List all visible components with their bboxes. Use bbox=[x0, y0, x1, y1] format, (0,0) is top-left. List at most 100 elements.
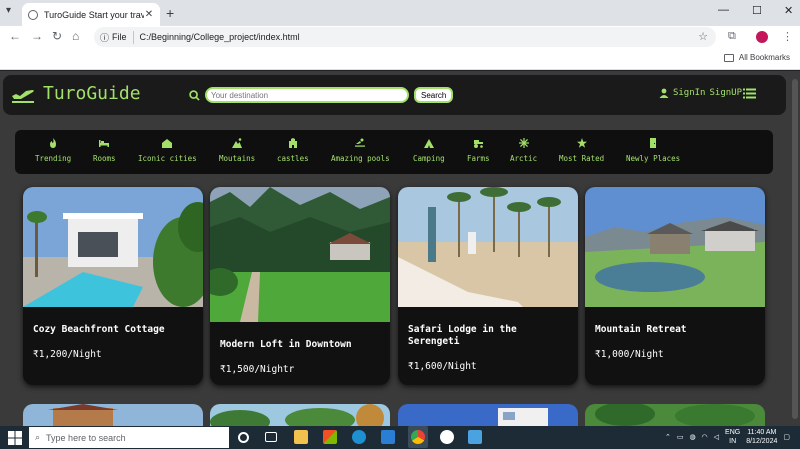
folder-icon bbox=[723, 53, 734, 62]
clock[interactable]: 11:40 AM 8/12/2024 bbox=[746, 428, 777, 446]
category-trending[interactable]: Trending bbox=[35, 138, 71, 163]
auth-links: SignIn SignUP bbox=[659, 88, 742, 98]
wifi-icon[interactable]: ◠ bbox=[702, 433, 708, 441]
fire-icon bbox=[50, 138, 57, 148]
category-newly-places[interactable]: Newly Places bbox=[626, 138, 680, 163]
home-icon[interactable]: ⌂ bbox=[72, 29, 79, 43]
chevron-up-icon[interactable]: ⌃ bbox=[665, 433, 671, 441]
category-arctic[interactable]: Arctic bbox=[510, 138, 537, 163]
microsoft-store-icon[interactable] bbox=[323, 430, 337, 444]
system-tray: ⌃ ▭ ◍ ◠ ◁ ENG IN 11:40 AM 8/12/2024 ▢ bbox=[665, 428, 790, 446]
search-icon: ⌕ bbox=[35, 432, 41, 442]
menu-dots-icon[interactable]: ⋮ bbox=[782, 30, 793, 43]
tent-icon bbox=[423, 139, 434, 148]
listing-name: Mountain Retreat bbox=[595, 324, 687, 335]
close-window-button[interactable]: ✕ bbox=[784, 4, 793, 17]
edge-icon[interactable] bbox=[352, 430, 366, 444]
new-tab-button[interactable]: + bbox=[166, 5, 174, 21]
category-iconic-cities[interactable]: Iconic cities bbox=[138, 138, 197, 163]
language-indicator[interactable]: ENG IN bbox=[725, 428, 740, 446]
listing-name: Modern Loft in Downtown bbox=[220, 339, 352, 350]
star-icon bbox=[576, 138, 587, 148]
search-button[interactable]: Search bbox=[414, 87, 454, 103]
globe-icon bbox=[28, 9, 38, 20]
windows-taskbar: ⌕ Type here to search ⌃ ▭ ◍ ◠ ◁ ENG IN 1… bbox=[0, 426, 800, 449]
listing-card-partial[interactable] bbox=[585, 404, 765, 426]
windows-start-icon[interactable] bbox=[8, 431, 22, 445]
listing-image bbox=[585, 404, 765, 426]
snowflake-icon bbox=[518, 138, 529, 148]
hamburger-menu-icon[interactable] bbox=[743, 88, 756, 99]
listing-image bbox=[398, 404, 578, 426]
listing-card-partial[interactable] bbox=[398, 404, 578, 426]
mountain-icon bbox=[232, 138, 243, 148]
category-farms[interactable]: Farms bbox=[467, 138, 490, 163]
address-bar[interactable]: ⓘ File C:/Beginning/College_project/inde… bbox=[94, 27, 716, 47]
listing-card[interactable]: Mountain Retreat ₹1,000/Night bbox=[585, 187, 765, 385]
category-most-rated[interactable]: Most Rated bbox=[559, 138, 604, 163]
page-content: TuroGuide Search SignIn SignUP bbox=[0, 71, 800, 426]
logo[interactable]: TuroGuide bbox=[11, 83, 141, 104]
photos-icon[interactable] bbox=[468, 430, 482, 444]
search-area: Search bbox=[189, 87, 454, 103]
back-icon[interactable]: ← bbox=[9, 29, 21, 43]
listing-card[interactable]: Safari Lodge in the Serengeti ₹1,600/Nig… bbox=[398, 187, 578, 385]
file-explorer-icon[interactable] bbox=[294, 430, 308, 444]
reload-icon[interactable]: ↻ bbox=[52, 29, 62, 43]
close-tab-icon[interactable]: ✕ bbox=[144, 9, 154, 20]
listing-card[interactable]: Cozy Beachfront Cottage ₹1,200/Night bbox=[23, 187, 203, 385]
taskbar-search-input[interactable]: ⌕ Type here to search bbox=[29, 427, 229, 448]
notification-icon[interactable]: ▢ bbox=[783, 433, 790, 441]
listing-image bbox=[210, 404, 390, 426]
forward-icon[interactable]: → bbox=[31, 29, 43, 43]
listing-image bbox=[210, 187, 390, 322]
bookmark-star-icon[interactable]: ☆ bbox=[698, 30, 708, 43]
logo-text: TuroGuide bbox=[43, 83, 141, 104]
signin-link[interactable]: SignIn bbox=[673, 88, 706, 98]
tab-search-icon[interactable]: ▾ bbox=[6, 5, 11, 16]
listing-name: Safari Lodge in the Serengeti bbox=[408, 324, 517, 347]
network-icon[interactable]: ▭ bbox=[677, 433, 684, 441]
cortana-icon[interactable] bbox=[238, 432, 249, 443]
globe-icon[interactable]: ◍ bbox=[689, 433, 695, 441]
extensions-icon[interactable]: ⧉ bbox=[728, 30, 736, 43]
category-camping[interactable]: Camping bbox=[413, 138, 445, 163]
page-scrollbar[interactable] bbox=[792, 79, 798, 419]
category-bar: Trending Rooms Iconic cities Moutains ca… bbox=[15, 130, 773, 174]
site-header: TuroGuide Search SignIn SignUP bbox=[3, 75, 786, 115]
listing-price: ₹1,500/Nightr bbox=[220, 364, 295, 375]
minimize-button[interactable]: — bbox=[718, 4, 729, 16]
chrome-icon[interactable] bbox=[411, 430, 425, 444]
listing-image bbox=[585, 187, 765, 307]
github-icon[interactable] bbox=[440, 430, 454, 444]
site-info-chip[interactable]: ⓘ File bbox=[100, 30, 134, 44]
url-text: C:/Beginning/College_project/index.html bbox=[139, 32, 300, 42]
browser-chrome: ▾ TuroGuide Start your travel jou ✕ + — … bbox=[0, 0, 800, 70]
tab-title: TuroGuide Start your travel jou bbox=[44, 9, 144, 20]
listing-price: ₹1,000/Night bbox=[595, 349, 664, 360]
destination-input[interactable] bbox=[205, 87, 409, 103]
bed-icon bbox=[99, 140, 110, 147]
door-icon bbox=[650, 138, 657, 148]
tab-turoguide[interactable]: TuroGuide Start your travel jou ✕ bbox=[22, 3, 160, 26]
listing-card[interactable]: Modern Loft in Downtown ₹1,500/Nightr bbox=[210, 187, 390, 385]
volume-icon[interactable]: ◁ bbox=[714, 433, 719, 441]
category-moutains[interactable]: Moutains bbox=[219, 138, 255, 163]
mail-icon[interactable] bbox=[381, 430, 395, 444]
info-icon: ⓘ bbox=[100, 32, 110, 43]
listing-card-partial[interactable] bbox=[23, 404, 203, 426]
maximize-button[interactable]: ☐ bbox=[752, 4, 762, 17]
airplane-icon bbox=[12, 89, 34, 103]
category-rooms[interactable]: Rooms bbox=[93, 138, 116, 163]
signup-link[interactable]: SignUP bbox=[709, 88, 742, 98]
profile-avatar[interactable] bbox=[756, 31, 768, 43]
tractor-icon bbox=[474, 140, 484, 148]
task-view-icon[interactable] bbox=[265, 432, 277, 442]
pool-icon bbox=[355, 138, 366, 147]
category-amazing-pools[interactable]: Amazing pools bbox=[331, 138, 390, 163]
listing-card-partial[interactable] bbox=[210, 404, 390, 426]
listing-image bbox=[23, 404, 203, 426]
tab-strip: ▾ TuroGuide Start your travel jou ✕ + — … bbox=[0, 0, 800, 26]
category-castles[interactable]: castles bbox=[277, 138, 309, 163]
all-bookmarks[interactable]: All Bookmarks bbox=[723, 53, 790, 62]
